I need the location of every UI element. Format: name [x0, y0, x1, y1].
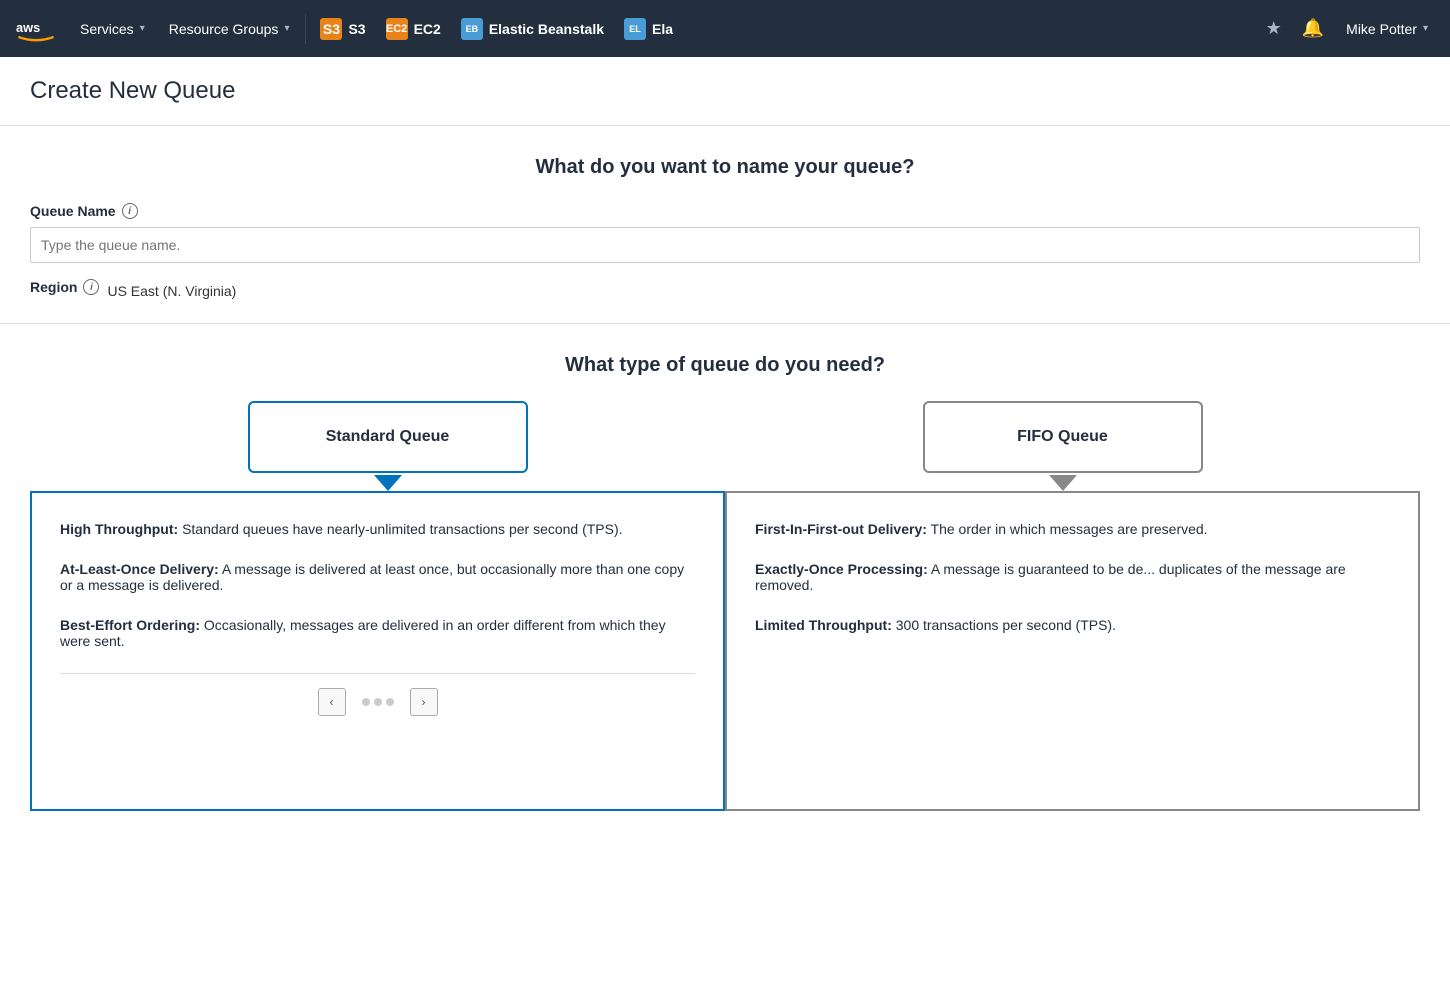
- bell-icon[interactable]: 🔔: [1294, 18, 1332, 39]
- dot-3: [386, 698, 394, 706]
- queue-details-container: High Throughput: Standard queues have ne…: [30, 491, 1420, 811]
- pin-icon[interactable]: ★: [1258, 18, 1290, 39]
- standard-scroll-left-button[interactable]: ‹: [318, 688, 346, 716]
- s3-icon: S3: [320, 18, 342, 40]
- resource-groups-chevron-icon: ▾: [284, 23, 289, 34]
- fifo-unselected-arrow-icon: [1049, 475, 1077, 491]
- nav-elastic-beanstalk[interactable]: EB Elastic Beanstalk: [451, 0, 614, 57]
- queue-type-section: What type of queue do you need? Standard…: [30, 324, 1420, 811]
- queue-name-info-icon[interactable]: i: [122, 203, 138, 219]
- elastic-beanstalk-icon: EB: [461, 18, 483, 40]
- standard-arrow-wrapper: [50, 473, 725, 491]
- user-chevron-icon: ▾: [1423, 23, 1428, 34]
- region-info-icon[interactable]: i: [83, 279, 99, 295]
- standard-panel-bottom-bar: ‹ ›: [60, 673, 695, 716]
- nav-s3[interactable]: S3 S3: [310, 0, 375, 57]
- standard-feature-1: High Throughput: Standard queues have ne…: [60, 521, 695, 537]
- fifo-feature-2-title: Exactly-Once Processing:: [755, 561, 928, 577]
- queue-type-heading: What type of queue do you need?: [30, 354, 1420, 377]
- standard-scroll-dots: [362, 698, 394, 706]
- fifo-queue-panel: First-In-First-out Delivery: The order i…: [725, 491, 1420, 811]
- nav-services[interactable]: Services ▾: [68, 0, 157, 57]
- queue-type-buttons-row: Standard Queue FIFO Queue: [30, 401, 1420, 473]
- region-value: US East (N. Virginia): [107, 283, 236, 299]
- fifo-feature-3: Limited Throughput: 300 transactions per…: [755, 617, 1390, 633]
- user-menu[interactable]: Mike Potter ▾: [1336, 0, 1438, 57]
- queue-arrows-row: [30, 473, 1420, 491]
- standard-feature-3: Best-Effort Ordering: Occasionally, mess…: [60, 617, 695, 649]
- aws-logo[interactable]: aws: [12, 14, 60, 44]
- region-label: Region i: [30, 279, 99, 295]
- standard-queue-panel: High Throughput: Standard queues have ne…: [30, 491, 725, 811]
- nav-ela[interactable]: EL Ela: [614, 0, 683, 57]
- nav-right-group: ★ 🔔 Mike Potter ▾: [1258, 0, 1438, 57]
- svg-text:aws: aws: [16, 20, 40, 35]
- fifo-arrow-wrapper: [725, 473, 1400, 491]
- main-content: Create New Queue What do you want to nam…: [0, 57, 1450, 851]
- fifo-feature-1-desc: The order in which messages are preserve…: [931, 521, 1208, 537]
- standard-scroll-right-button[interactable]: ›: [410, 688, 438, 716]
- standard-feature-3-title: Best-Effort Ordering:: [60, 617, 200, 633]
- dot-2: [374, 698, 382, 706]
- standard-selected-arrow-icon: [374, 475, 402, 491]
- queue-name-input[interactable]: [30, 227, 1420, 263]
- fifo-feature-2: Exactly-Once Processing: A message is gu…: [755, 561, 1390, 593]
- standard-feature-2: At-Least-Once Delivery: A message is del…: [60, 561, 695, 593]
- navbar: aws Services ▾ Resource Groups ▾ S3 S3 E…: [0, 0, 1450, 57]
- fifo-feature-1-title: First-In-First-out Delivery:: [755, 521, 927, 537]
- ela-icon: EL: [624, 18, 646, 40]
- ec2-icon: EC2: [386, 18, 408, 40]
- queue-name-heading: What do you want to name your queue?: [30, 156, 1420, 179]
- nav-resource-groups[interactable]: Resource Groups ▾: [157, 0, 302, 57]
- fifo-queue-button[interactable]: FIFO Queue: [923, 401, 1203, 473]
- queue-name-section: What do you want to name your queue? Que…: [30, 126, 1420, 323]
- fifo-feature-1: First-In-First-out Delivery: The order i…: [755, 521, 1390, 537]
- region-row: Region i US East (N. Virginia): [30, 279, 1420, 303]
- standard-queue-btn-wrapper: Standard Queue: [50, 401, 725, 473]
- nav-ec2[interactable]: EC2 EC2: [376, 0, 451, 57]
- standard-queue-button[interactable]: Standard Queue: [248, 401, 528, 473]
- page-title: Create New Queue: [30, 77, 1420, 105]
- standard-feature-1-title: High Throughput:: [60, 521, 178, 537]
- dot-1: [362, 698, 370, 706]
- queue-name-field-label: Queue Name i: [30, 203, 1420, 219]
- standard-feature-2-title: At-Least-Once Delivery:: [60, 561, 219, 577]
- fifo-feature-3-desc: 300 transactions per second (TPS).: [896, 617, 1116, 633]
- fifo-queue-btn-wrapper: FIFO Queue: [725, 401, 1400, 473]
- fifo-feature-3-title: Limited Throughput:: [755, 617, 892, 633]
- services-chevron-icon: ▾: [140, 23, 145, 34]
- nav-divider-1: [305, 14, 306, 44]
- standard-feature-1-desc: Standard queues have nearly-unlimited tr…: [182, 521, 622, 537]
